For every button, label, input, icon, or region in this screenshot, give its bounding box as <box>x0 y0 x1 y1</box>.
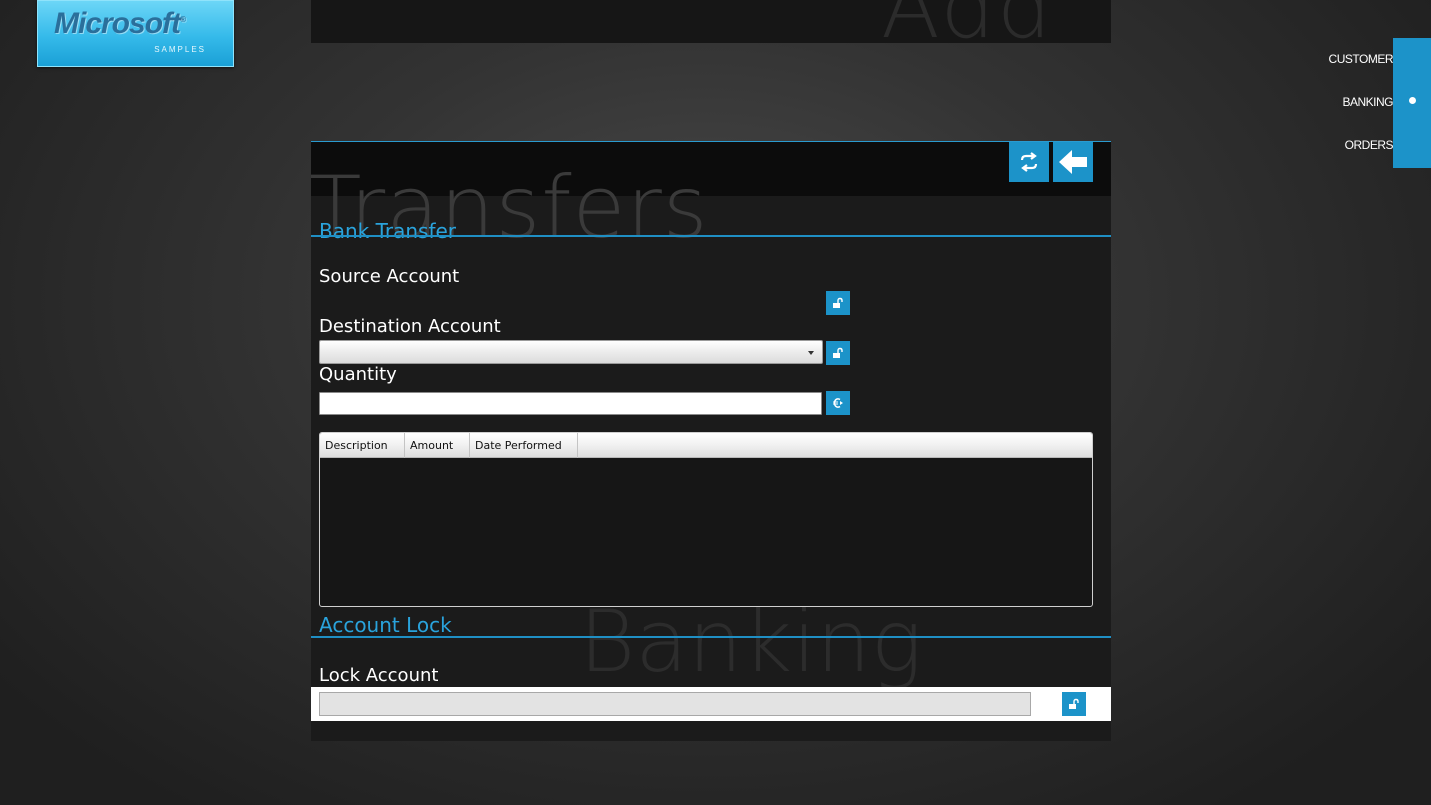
unlock-icon <box>1069 698 1079 709</box>
grid-header: Description Amount Date Performed <box>320 433 1092 458</box>
lock-account-bar <box>311 687 1111 721</box>
column-header-amount[interactable]: Amount <box>405 433 470 458</box>
lock-account-button[interactable] <box>1062 692 1086 716</box>
top-ghost-text: Add <box>881 0 1054 43</box>
unlock-icon <box>833 347 843 358</box>
transfer-button[interactable] <box>1009 142 1049 182</box>
column-header-description[interactable]: Description <box>320 433 405 458</box>
ghost-title: Transfers <box>311 158 709 258</box>
destination-lock-button[interactable] <box>826 341 850 365</box>
column-header-date-performed[interactable]: Date Performed <box>470 433 578 458</box>
unlock-icon <box>833 297 843 308</box>
side-nav: CUSTOMER BANKING ORDERS <box>1263 38 1394 167</box>
account-lock-title: Account Lock <box>319 613 452 637</box>
nav-selected-dot <box>1409 97 1416 104</box>
transactions-grid[interactable]: Description Amount Date Performed <box>319 432 1093 607</box>
lock-account-label: Lock Account <box>319 665 439 686</box>
euro-icon <box>833 398 843 408</box>
source-lock-button[interactable] <box>826 291 850 315</box>
bank-transfer-rule <box>311 235 1111 237</box>
microsoft-samples-logo: Microsoft® SAMPLES <box>37 0 234 67</box>
quantity-label: Quantity <box>319 364 397 385</box>
logo-brand: Microsoft <box>54 7 181 40</box>
source-account-label: Source Account <box>319 266 460 287</box>
logo-registered: ® <box>180 15 186 24</box>
lock-account-combo[interactable] <box>319 692 1031 716</box>
bank-transfer-title: Bank Transfer <box>319 219 457 243</box>
destination-account-combo[interactable] <box>319 340 823 364</box>
destination-account-label: Destination Account <box>319 316 501 337</box>
nav-item-banking[interactable]: BANKING <box>1263 81 1393 124</box>
back-arrow-icon <box>1059 150 1087 174</box>
main-panel: Transfers Banking Bank Transfer Source A… <box>311 141 1111 741</box>
top-panel: Add <box>311 0 1111 43</box>
quantity-input[interactable] <box>319 392 822 415</box>
ghost-banking-text: Banking <box>579 592 923 692</box>
quantity-currency-button[interactable] <box>826 391 850 415</box>
grid-body <box>320 458 1092 606</box>
account-lock-rule <box>311 636 1111 638</box>
nav-item-customer[interactable]: CUSTOMER <box>1263 38 1394 81</box>
chevron-down-icon <box>808 351 814 355</box>
transfer-arrows-icon <box>1020 152 1038 172</box>
back-button[interactable] <box>1053 142 1093 182</box>
logo-subtitle: SAMPLES <box>154 45 206 54</box>
nav-item-orders[interactable]: ORDERS <box>1263 124 1394 167</box>
